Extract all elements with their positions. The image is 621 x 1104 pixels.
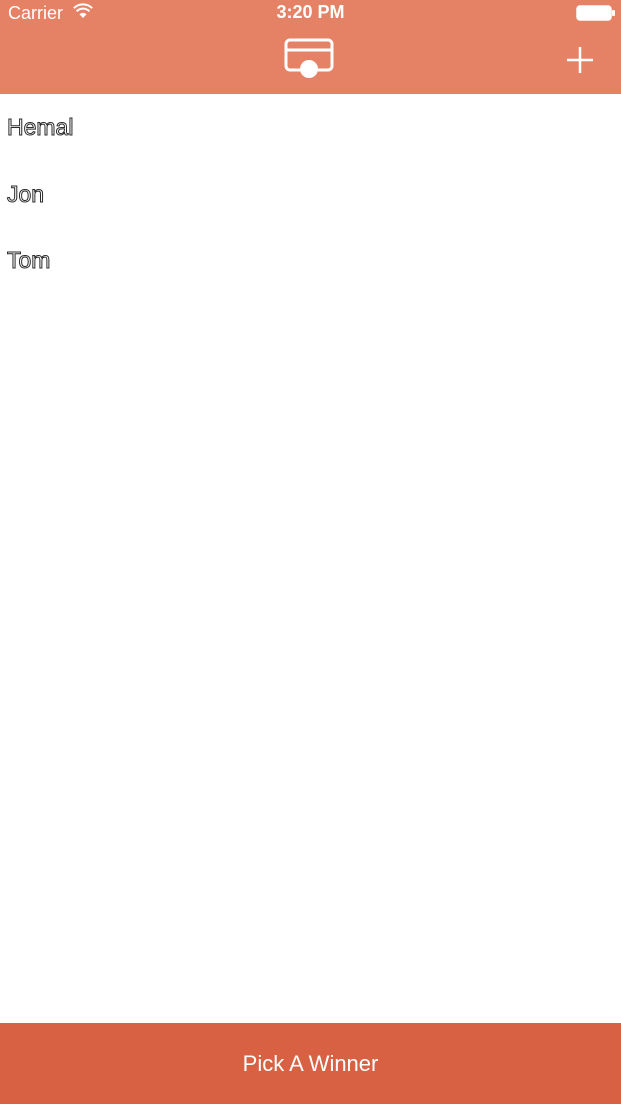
status-bar: Carrier 3:20 PM bbox=[0, 0, 621, 26]
pick-winner-button[interactable]: Pick A Winner bbox=[0, 1023, 621, 1104]
battery-icon bbox=[576, 5, 615, 21]
navigation-bar bbox=[0, 26, 621, 94]
status-time: 3:20 PM bbox=[276, 2, 345, 22]
list-item[interactable]: Hemal bbox=[0, 94, 621, 161]
app-screen: Carrier 3:20 PM Hemal Jon Tom Pick A Win… bbox=[0, 0, 621, 1104]
card-coin-icon bbox=[284, 38, 334, 78]
top-bar: Carrier 3:20 PM bbox=[0, 0, 621, 94]
plus-icon bbox=[567, 47, 593, 73]
list-item[interactable]: Tom bbox=[0, 227, 621, 294]
list-item[interactable]: Jon bbox=[0, 161, 621, 228]
add-button[interactable] bbox=[560, 40, 600, 80]
contestant-list: Hemal Jon Tom bbox=[0, 94, 621, 294]
